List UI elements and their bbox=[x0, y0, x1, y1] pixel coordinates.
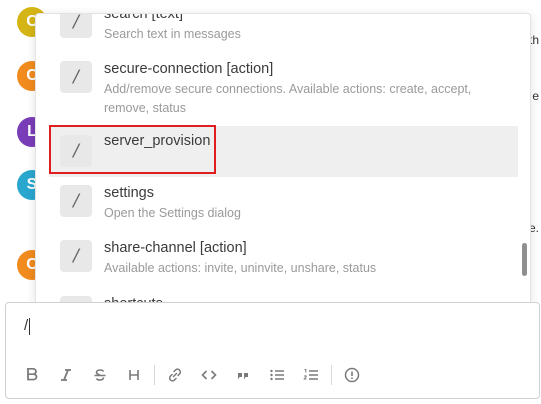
slash-command-popup: / search [text] Search text in messages … bbox=[35, 13, 531, 304]
italic-icon[interactable] bbox=[54, 363, 78, 387]
command-description: Available actions: invite, uninvite, uns… bbox=[104, 261, 377, 275]
heading-icon[interactable] bbox=[122, 363, 146, 387]
command-item-share-channel[interactable]: / share-channel [action] Available actio… bbox=[49, 236, 518, 288]
message-composer[interactable]: / bbox=[5, 302, 540, 399]
strikethrough-icon[interactable] bbox=[88, 363, 112, 387]
command-name: server_provision bbox=[104, 133, 211, 149]
command-item-server-provision[interactable]: / server_provision bbox=[49, 126, 518, 177]
bold-icon[interactable] bbox=[20, 363, 44, 387]
slash-icon: / bbox=[60, 135, 92, 167]
slash-icon: / bbox=[60, 185, 92, 217]
message-input[interactable]: / bbox=[24, 317, 31, 335]
command-list: / search [text] Search text in messages … bbox=[36, 14, 518, 304]
bulleted-list-icon[interactable] bbox=[265, 363, 289, 387]
toolbar-divider bbox=[154, 365, 155, 385]
command-name: search [text] bbox=[104, 14, 183, 22]
command-description: Search text in messages bbox=[104, 27, 241, 41]
command-item-settings[interactable]: / settings Open the Settings dialog bbox=[49, 181, 518, 233]
toolbar-divider bbox=[331, 365, 332, 385]
text-caret bbox=[29, 317, 31, 335]
command-name: settings bbox=[104, 185, 154, 201]
slash-icon: / bbox=[60, 61, 92, 93]
slash-icon: / bbox=[60, 240, 92, 272]
message-input-text: / bbox=[24, 317, 29, 334]
numbered-list-icon[interactable] bbox=[299, 363, 323, 387]
command-name: share-channel [action] bbox=[104, 240, 247, 256]
formatting-toolbar bbox=[20, 363, 374, 387]
command-description: Add/remove secure connections. Available… bbox=[104, 82, 472, 115]
link-icon[interactable] bbox=[163, 363, 187, 387]
command-item-search[interactable]: / search [text] Search text in messages bbox=[49, 14, 518, 54]
priority-alert-icon[interactable] bbox=[340, 363, 364, 387]
scrollbar-thumb[interactable] bbox=[522, 243, 527, 276]
command-item-secure-connection[interactable]: / secure-connection [action] Add/remove … bbox=[49, 57, 518, 127]
code-icon[interactable] bbox=[197, 363, 221, 387]
command-name: secure-connection [action] bbox=[104, 61, 274, 77]
command-description: Open the Settings dialog bbox=[104, 206, 241, 220]
quote-icon[interactable] bbox=[231, 363, 255, 387]
slash-icon: / bbox=[60, 14, 92, 38]
